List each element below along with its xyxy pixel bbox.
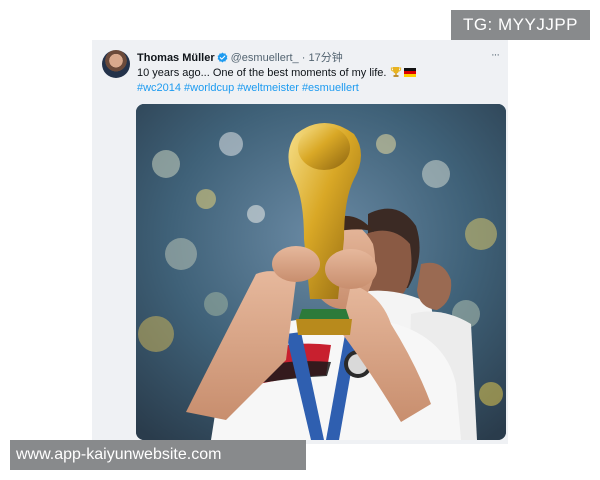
tg-watermark-badge: TG: MYYJJPP [451, 10, 590, 40]
trophy-emoji-icon [390, 66, 402, 82]
tweet-card[interactable]: Thomas Müller @esmuellert_ · 17分钟 ··· 10 … [92, 40, 508, 444]
author-handle[interactable]: @esmuellert_ [231, 52, 299, 64]
hashtag-link[interactable]: #weltmeister [237, 82, 299, 94]
hashtag-link[interactable]: #worldcup [184, 82, 234, 94]
avatar[interactable] [102, 50, 130, 78]
tweet-header: Thomas Müller @esmuellert_ · 17分钟 [137, 51, 343, 67]
more-options-icon[interactable]: ··· [488, 49, 502, 61]
hashtag-list: #wc2014 #worldcup #weltmeister #esmuellert [137, 81, 362, 95]
page: Thomas Müller @esmuellert_ · 17分钟 ··· 10 … [0, 0, 600, 480]
hashtag-link[interactable]: #esmuellert [302, 82, 359, 94]
germany-flag-icon [404, 67, 417, 77]
tweet-body: 10 years ago... One of the best moments … [137, 67, 387, 79]
tweet-photo[interactable] [136, 104, 506, 440]
separator-dot: · [301, 52, 306, 64]
url-watermark-banner: www.app-kaiyunwebsite.com [10, 440, 306, 470]
verified-badge-icon [217, 52, 228, 67]
hashtag-link[interactable]: #wc2014 [137, 82, 181, 94]
tweet-text: 10 years ago... One of the best moments … [137, 66, 417, 82]
world-cup-celebration-image [136, 104, 506, 440]
tweet-timestamp[interactable]: 17分钟 [308, 52, 342, 64]
author-name[interactable]: Thomas Müller [137, 52, 215, 64]
